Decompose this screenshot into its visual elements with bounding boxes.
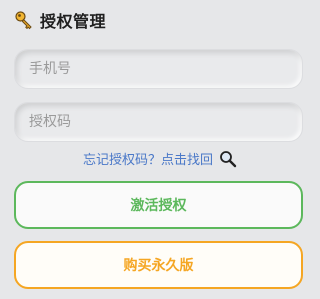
key-icon xyxy=(14,10,34,30)
buy-permanent-button[interactable]: 购买永久版 xyxy=(14,241,303,289)
panel-header: 授权管理 xyxy=(14,9,106,31)
license-panel: 授权管理 忘记授权码？点击找回 激活授权 购买永久版 xyxy=(0,0,320,299)
forgot-code-link[interactable]: 忘记授权码？点击找回 xyxy=(83,149,213,168)
page-title: 授权管理 xyxy=(40,12,107,31)
license-code-input[interactable] xyxy=(15,103,302,141)
forgot-code-row: 忘记授权码？点击找回 xyxy=(0,149,320,168)
phone-field-wrapper xyxy=(14,49,303,89)
search-icon[interactable] xyxy=(219,150,237,168)
phone-input[interactable] xyxy=(15,50,302,88)
license-code-field-wrapper xyxy=(14,102,303,142)
activate-button[interactable]: 激活授权 xyxy=(14,181,303,229)
